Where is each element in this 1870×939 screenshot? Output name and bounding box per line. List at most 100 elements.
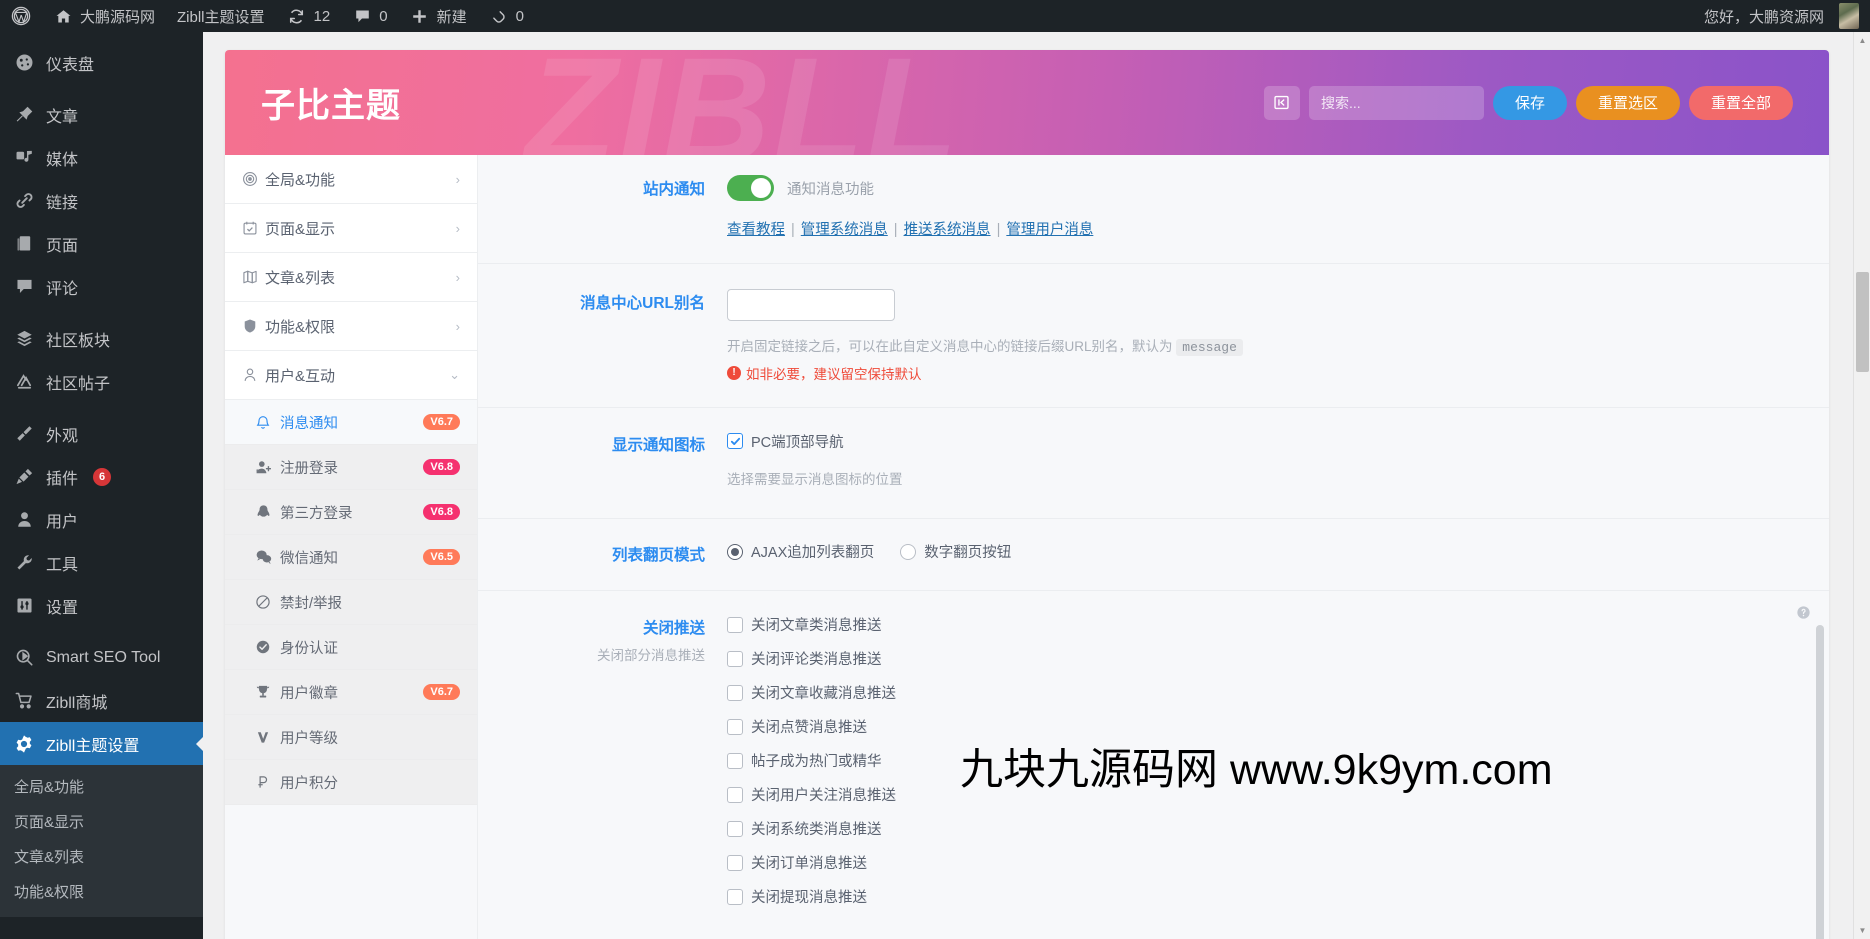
submenu-item-global-features[interactable]: 全局&功能 xyxy=(0,769,203,804)
reset-all-button[interactable]: 重置全部 xyxy=(1688,85,1793,120)
sidebar-item-dashboard[interactable]: 仪表盘 xyxy=(0,41,203,84)
ab-updates[interactable]: 12 xyxy=(276,0,342,32)
nav-item-user-interaction[interactable]: 用户&互动 ⌄ xyxy=(225,351,477,400)
nav-subitem-label: 微信通知 xyxy=(280,550,338,567)
nav-item-global-features[interactable]: 全局&功能 › xyxy=(225,155,477,204)
ab-comments[interactable]: 0 xyxy=(341,0,398,32)
sidebar-item-community-posts[interactable]: 社区帖子 xyxy=(0,360,203,403)
reset-section-button[interactable]: 重置选区 xyxy=(1575,85,1680,120)
sidebar-item-links[interactable]: 链接 xyxy=(0,179,203,222)
nav-item-features-permissions[interactable]: 功能&权限 › xyxy=(225,302,477,351)
version-badge xyxy=(446,600,460,604)
scrollbar-thumb[interactable] xyxy=(1856,272,1869,372)
checkbox-close-order-push[interactable]: 关闭订单消息推送 xyxy=(727,852,1799,873)
sidebar-item-label: 设置 xyxy=(46,599,79,617)
checkbox-close-withdraw-push[interactable]: 关闭提现消息推送 xyxy=(727,886,1799,907)
ab-site-name[interactable]: 大鹏源码网 xyxy=(42,0,166,32)
nav-subitem-user-badge[interactable]: 用户徽章 V6.7 xyxy=(225,670,477,715)
checkbox-box[interactable] xyxy=(727,616,743,633)
checkbox-label: 关闭文章收藏消息推送 xyxy=(751,686,896,703)
ab-theme-settings[interactable]: Zibll主题设置 xyxy=(166,0,276,32)
sidebar-item-users[interactable]: 用户 xyxy=(0,498,203,541)
site-notice-toggle[interactable] xyxy=(727,175,774,201)
radio-ajax-append[interactable]: AJAX追加列表翻页 xyxy=(727,541,874,562)
sidebar-item-pages[interactable]: 页面 xyxy=(0,222,203,265)
sidebar-item-smart-seo-tool[interactable]: Smart SEO Tool xyxy=(0,636,203,679)
checkbox-label: 关闭订单消息推送 xyxy=(751,856,867,873)
sidebar-item-zibll-theme-settings[interactable]: Zibll主题设置 xyxy=(0,722,203,765)
question-icon[interactable] xyxy=(1796,605,1811,620)
checkbox-box[interactable] xyxy=(727,888,743,905)
checkbox-box[interactable] xyxy=(727,854,743,871)
option-label-paging-mode: 列表翻页模式 xyxy=(478,541,727,565)
sidebar-item-settings[interactable]: 设置 xyxy=(0,584,203,627)
checkbox-post-hot-or-featured[interactable]: 帖子成为热门或精华 xyxy=(727,750,1799,771)
sidebar-item-label: Zibll主题设置 xyxy=(46,737,140,755)
checkbox-close-favorite-push[interactable]: 关闭文章收藏消息推送 xyxy=(727,682,1799,703)
sidebar-item-appearance[interactable]: 外观 xyxy=(0,412,203,455)
checkbox-close-follow-push[interactable]: 关闭用户关注消息推送 xyxy=(727,784,1799,805)
search-input[interactable] xyxy=(1308,85,1484,120)
checkbox-box[interactable] xyxy=(727,752,743,769)
nav-subitem-message-notification[interactable]: 消息通知 V6.7 xyxy=(225,400,477,445)
radio-dot[interactable] xyxy=(900,543,917,560)
nav-subitem-third-party-login[interactable]: 第三方登录 V6.8 xyxy=(225,490,477,535)
collapse-icon[interactable] xyxy=(1263,85,1300,120)
checkbox-close-comment-push[interactable]: 关闭评论类消息推送 xyxy=(727,648,1799,669)
wordpress-logo-button[interactable] xyxy=(0,0,42,32)
checkbox-box[interactable] xyxy=(727,820,743,837)
scroll-up-arrow-icon[interactable]: ▲ xyxy=(1854,32,1870,49)
site-notice-links: 查看教程 | 管理系统消息 | 推送系统消息 | 管理用户消息 xyxy=(727,218,1799,239)
nav-subitem-user-points[interactable]: 用户积分 xyxy=(225,760,477,805)
nav-subitem-ban-report[interactable]: 禁封/举报 xyxy=(225,580,477,625)
ab-links-count: 0 xyxy=(515,7,524,25)
option-label-show-icon: 显示通知图标 xyxy=(478,431,727,491)
checkbox-box[interactable] xyxy=(727,650,743,667)
menu-gap xyxy=(0,403,203,412)
ab-account[interactable]: 您好，大鹏资源网 xyxy=(1693,0,1870,32)
url-alias-input[interactable] xyxy=(727,289,895,321)
sidebar-item-community-boards[interactable]: 社区板块 xyxy=(0,317,203,360)
home-icon xyxy=(53,6,73,26)
checkbox-box[interactable] xyxy=(727,718,743,735)
sidebar-item-posts[interactable]: 文章 xyxy=(0,93,203,136)
submenu-item-page-display[interactable]: 页面&显示 xyxy=(0,804,203,839)
sidebar-item-plugins[interactable]: 插件 6 xyxy=(0,455,203,498)
checkbox-box[interactable] xyxy=(727,786,743,803)
nav-subitem-user-level[interactable]: 用户等级 xyxy=(225,715,477,760)
page-scrollbar[interactable]: ▲ ▼ xyxy=(1853,32,1870,939)
sidebar-item-label: Zibll商城 xyxy=(46,694,108,712)
save-button[interactable]: 保存 xyxy=(1492,85,1567,120)
ab-links[interactable]: 0 xyxy=(478,0,535,32)
ab-updates-count: 12 xyxy=(313,7,331,25)
scroll-down-arrow-icon[interactable]: ▼ xyxy=(1854,922,1870,939)
avatar xyxy=(1839,3,1859,29)
radio-dot[interactable] xyxy=(727,543,743,560)
link-push-system-messages[interactable]: 推送系统消息 xyxy=(904,222,991,238)
sidebar-item-media[interactable]: 媒体 xyxy=(0,136,203,179)
nav-subitem-identity-verification[interactable]: 身份认证 xyxy=(225,625,477,670)
option-row-close-push: 关闭推送 关闭部分消息推送 关闭文章类消息推送 关闭评论类消息推送 关闭文章收藏… xyxy=(478,591,1829,937)
sidebar-item-tools[interactable]: 工具 xyxy=(0,541,203,584)
tools-icon xyxy=(13,552,35,574)
checkbox-box[interactable] xyxy=(727,684,743,701)
checkbox-close-like-push[interactable]: 关闭点赞消息推送 xyxy=(727,716,1799,737)
checkbox-close-system-push[interactable]: 关闭系统类消息推送 xyxy=(727,818,1799,839)
submenu-item-posts-lists[interactable]: 文章&列表 xyxy=(0,839,203,874)
nav-subitem-register-login[interactable]: 注册登录 V6.8 xyxy=(225,445,477,490)
submenu-item-features-permissions[interactable]: 功能&权限 xyxy=(0,874,203,909)
nav-item-page-display[interactable]: 页面&显示 › xyxy=(225,204,477,253)
ab-new-content[interactable]: 新建 xyxy=(399,0,478,32)
checkbox-pc-top-nav[interactable]: PC端顶部导航 xyxy=(727,431,1799,452)
inner-scrollbar-thumb[interactable] xyxy=(1816,625,1824,939)
checkbox-close-article-push[interactable]: 关闭文章类消息推送 xyxy=(727,614,1799,635)
radio-numbered-pagination[interactable]: 数字翻页按钮 xyxy=(900,541,1011,562)
checkbox-box[interactable] xyxy=(727,433,743,450)
nav-subitem-wechat-notification[interactable]: 微信通知 V6.5 xyxy=(225,535,477,580)
link-view-tutorial[interactable]: 查看教程 xyxy=(727,222,785,238)
link-manage-system-messages[interactable]: 管理系统消息 xyxy=(801,222,888,238)
link-manage-user-messages[interactable]: 管理用户消息 xyxy=(1006,222,1093,238)
sidebar-item-zibll-shop[interactable]: Zibll商城 xyxy=(0,679,203,722)
nav-item-posts-lists[interactable]: 文章&列表 › xyxy=(225,253,477,302)
sidebar-item-comments[interactable]: 评论 xyxy=(0,265,203,308)
